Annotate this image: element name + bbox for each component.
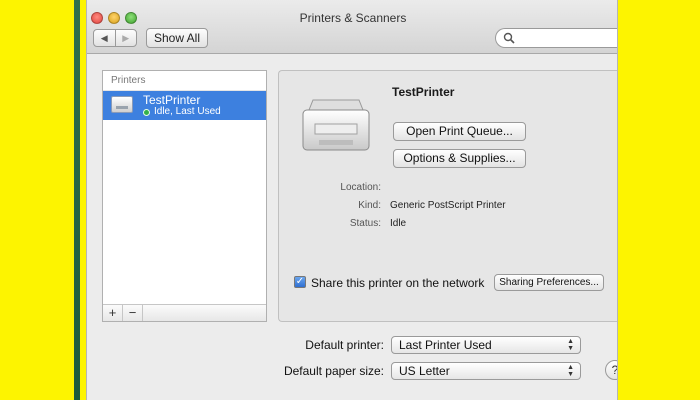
- show-all-button[interactable]: Show All: [146, 28, 208, 48]
- open-print-queue-button[interactable]: Open Print Queue...: [393, 122, 526, 141]
- printers-scanners-window: Printers & Scanners ◀ ▶ Show All Printer…: [86, 0, 618, 400]
- status-dot-icon: [143, 109, 150, 116]
- share-printer-checkbox[interactable]: ✓: [294, 276, 306, 288]
- search-field[interactable]: [495, 28, 617, 48]
- right-background: [618, 0, 700, 400]
- desktop-strip: [74, 0, 80, 400]
- default-printer-value: Last Printer Used: [399, 338, 492, 352]
- default-printer-popup[interactable]: Last Printer Used ▲ ▼: [391, 336, 581, 354]
- back-button[interactable]: ◀: [94, 30, 115, 46]
- printer-name: TestPrinter: [392, 85, 455, 99]
- printer-list-name: TestPrinter: [143, 93, 201, 107]
- left-background: [0, 0, 80, 400]
- location-label: Location:: [340, 182, 381, 193]
- add-printer-button[interactable]: +: [103, 305, 123, 321]
- sharing-preferences-button[interactable]: Sharing Preferences...: [494, 274, 604, 291]
- window-toolbar: Printers & Scanners ◀ ▶ Show All: [87, 0, 617, 54]
- printers-list: Printers TestPrinter Idle, Last Used + −: [102, 70, 267, 322]
- printer-detail-panel: TestPrinter Open Print Queue... Options …: [278, 70, 617, 322]
- share-printer-label[interactable]: Share this printer on the network: [311, 276, 484, 290]
- default-paper-size-label: Default paper size:: [283, 364, 384, 378]
- window-title: Printers & Scanners: [299, 11, 407, 25]
- back-forward-control: ◀ ▶: [93, 29, 137, 47]
- popup-arrows-icon: ▲ ▼: [567, 364, 574, 378]
- options-supplies-button[interactable]: Options & Supplies...: [393, 149, 526, 168]
- printers-list-header: Printers: [103, 71, 266, 91]
- remove-printer-button[interactable]: −: [123, 305, 143, 321]
- kind-label: Kind:: [358, 200, 381, 211]
- default-printer-label: Default printer:: [305, 338, 384, 352]
- default-paper-size-value: US Letter: [399, 364, 450, 378]
- default-paper-size-popup[interactable]: US Letter ▲ ▼: [391, 362, 581, 380]
- help-button[interactable]: ?: [605, 360, 617, 380]
- printer-icon: [302, 99, 370, 151]
- status-label: Status:: [349, 218, 381, 229]
- forward-button[interactable]: ▶: [114, 30, 137, 46]
- search-icon: [503, 32, 515, 44]
- printer-list-item[interactable]: TestPrinter Idle, Last Used: [103, 91, 266, 120]
- kind-value: Generic PostScript Printer: [390, 200, 506, 211]
- printer-icon: [111, 96, 133, 113]
- popup-arrows-icon: ▲ ▼: [567, 338, 574, 352]
- printer-list-status: Idle, Last Used: [154, 106, 221, 117]
- status-value: Idle: [390, 218, 407, 229]
- list-footer-bar: + −: [103, 304, 266, 321]
